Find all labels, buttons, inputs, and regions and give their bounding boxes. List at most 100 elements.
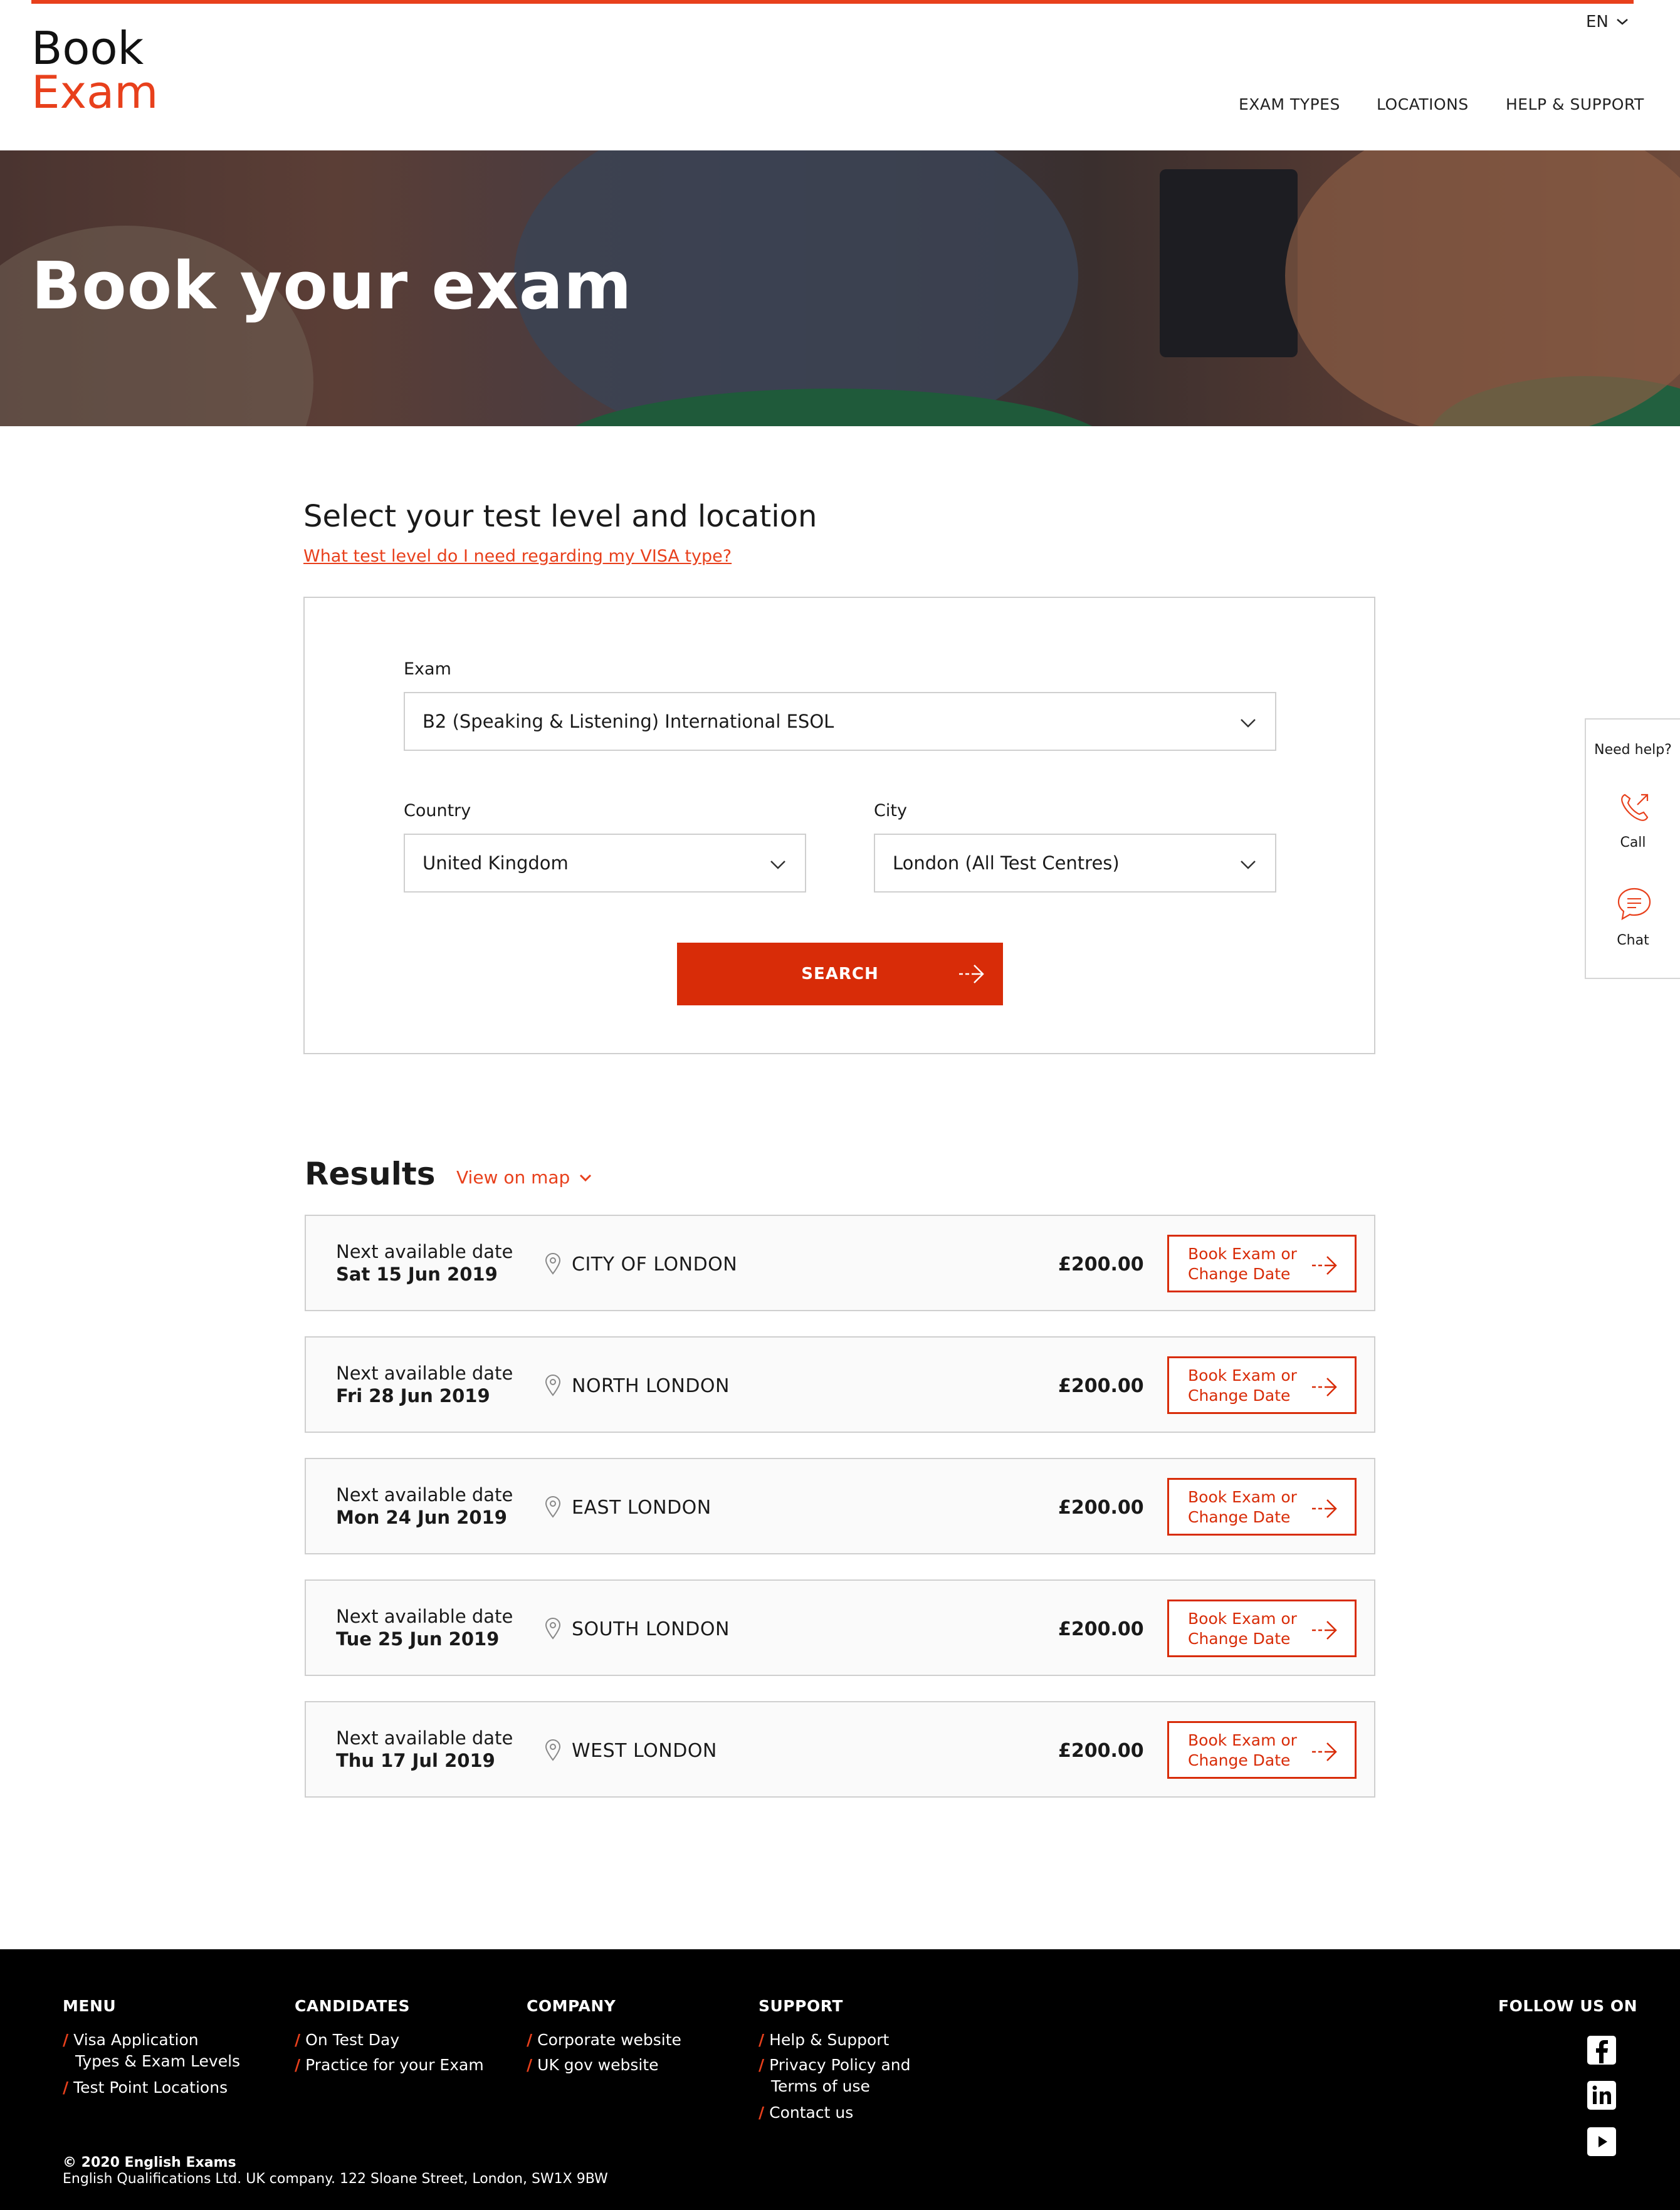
next-date-value: Tue 25 Jun 2019	[336, 1628, 500, 1650]
linkedin-icon[interactable]	[1587, 2081, 1616, 2110]
arrow-right-icon	[1312, 1499, 1337, 1518]
arrow-right-icon	[1312, 1378, 1337, 1396]
result-row: Next available date Thu 17 Jul 2019 WEST…	[305, 1701, 1375, 1798]
exam-select-value: B2 (Speaking & Listening) International …	[423, 711, 834, 732]
chevron-down-icon	[1241, 861, 1256, 869]
footer-link-label: On Test Day	[305, 2031, 400, 2049]
footer-link-visa-types[interactable]: / Visa Application Types & Exam Levels	[63, 2029, 240, 2072]
page-title: Book your exam	[31, 248, 633, 324]
logo-line-exam: Exam	[31, 66, 159, 118]
footer-link-help[interactable]: / Help & Support	[759, 2029, 889, 2051]
exam-price: £200.00	[1058, 1254, 1144, 1275]
call-label: Call	[1620, 835, 1646, 851]
exam-price: £200.00	[1058, 1618, 1144, 1640]
facebook-icon[interactable]	[1587, 2036, 1616, 2065]
footer-support-heading: SUPPORT	[759, 1997, 843, 2015]
footer-candidates-heading: CANDIDATES	[295, 1997, 410, 2015]
chevron-down-icon	[1241, 719, 1256, 728]
company-address: English Qualifications Ltd. UK company. …	[63, 2171, 608, 2187]
city-select[interactable]: London (All Test Centres)	[874, 834, 1276, 893]
next-date-value: Sat 15 Jun 2019	[336, 1264, 498, 1285]
book-exam-button[interactable]: Book Exam or Change Date	[1167, 1600, 1357, 1657]
footer-link-test-day[interactable]: / On Test Day	[295, 2029, 399, 2051]
footer-link-label: Types & Exam Levels	[75, 2052, 241, 2070]
slash-bullet: /	[527, 2031, 533, 2049]
location-name: NORTH LONDON	[572, 1375, 730, 1397]
slash-bullet: /	[295, 2031, 301, 2049]
book-exam-button[interactable]: Book Exam or Change Date	[1167, 1235, 1357, 1292]
exam-select[interactable]: B2 (Speaking & Listening) International …	[404, 692, 1276, 751]
next-date-label: Next available date	[336, 1606, 513, 1627]
phone-icon	[1621, 793, 1649, 821]
book-exam-button[interactable]: Book Exam or Change Date	[1167, 1478, 1357, 1536]
location-name: CITY OF LONDON	[572, 1254, 738, 1275]
location-name: EAST LONDON	[572, 1497, 711, 1519]
form-section-title: Select your test level and location	[303, 499, 817, 534]
result-row: Next available date Sat 15 Jun 2019 CITY…	[305, 1215, 1375, 1311]
next-date-label: Next available date	[336, 1727, 513, 1749]
hero-photo-shape	[1285, 150, 1680, 426]
result-row: Next available date Fri 28 Jun 2019 NORT…	[305, 1336, 1375, 1433]
nav-help-support[interactable]: HELP & SUPPORT	[1506, 95, 1644, 113]
city-label: City	[874, 801, 907, 820]
footer-link-test-locations[interactable]: / Test Point Locations	[63, 2077, 228, 2098]
slash-bullet: /	[759, 2056, 765, 2074]
logo[interactable]: Book Exam	[31, 26, 159, 118]
footer-link-practice[interactable]: / Practice for your Exam	[295, 2055, 484, 2076]
view-on-map-link[interactable]: View on map	[456, 1167, 592, 1188]
next-date-label: Next available date	[336, 1241, 513, 1262]
footer-link-label: Test Point Locations	[73, 2078, 228, 2097]
chat-label: Chat	[1617, 933, 1649, 948]
search-button[interactable]: SEARCH	[677, 943, 1003, 1005]
slash-bullet: /	[759, 2103, 765, 2122]
youtube-icon[interactable]	[1587, 2127, 1616, 2156]
help-widget-title: Need help?	[1594, 742, 1672, 758]
nav-exam-types[interactable]: EXAM TYPES	[1239, 95, 1340, 113]
footer-menu-heading: MENU	[63, 1997, 117, 2015]
next-date-value: Thu 17 Jul 2019	[336, 1750, 495, 1771]
chevron-down-icon	[770, 861, 785, 869]
call-button[interactable]: Call	[1586, 788, 1680, 864]
location-name: WEST LONDON	[572, 1740, 717, 1762]
book-exam-button[interactable]: Book Exam or Change Date	[1167, 1356, 1357, 1414]
arrow-right-icon	[959, 965, 984, 983]
footer-link-privacy[interactable]: / Privacy Policy and Terms of use	[759, 2055, 911, 2097]
chevron-down-icon	[580, 1174, 592, 1181]
country-select[interactable]: United Kingdom	[404, 834, 806, 893]
footer-link-contact[interactable]: / Contact us	[759, 2102, 853, 2124]
top-accent-line	[31, 0, 1634, 4]
chat-bubble-icon	[1617, 888, 1651, 921]
footer: MENU / Visa Application Types & Exam Leve…	[0, 1949, 1680, 2210]
footer-link-label: Help & Support	[769, 2031, 890, 2049]
footer-link-ukgov[interactable]: / UK gov website	[527, 2055, 659, 2076]
footer-link-corporate[interactable]: / Corporate website	[527, 2029, 681, 2051]
footer-link-label: Practice for your Exam	[305, 2056, 484, 2074]
language-label: EN	[1586, 13, 1609, 31]
slash-bullet: /	[63, 2078, 69, 2097]
footer-link-label: Terms of use	[771, 2077, 870, 2095]
next-date-value: Fri 28 Jun 2019	[336, 1385, 490, 1406]
slash-bullet: /	[295, 2056, 301, 2074]
footer-company-heading: COMPANY	[527, 1997, 616, 2015]
arrow-right-icon	[1312, 1256, 1337, 1275]
book-exam-button[interactable]: Book Exam or Change Date	[1167, 1721, 1357, 1779]
chevron-down-icon	[1617, 19, 1628, 25]
footer-link-label: Contact us	[769, 2103, 854, 2122]
visa-help-link[interactable]: What test level do I need regarding my V…	[303, 547, 732, 566]
nav-locations[interactable]: LOCATIONS	[1377, 95, 1469, 113]
results-title: Results	[305, 1156, 436, 1192]
location-pin-icon	[545, 1618, 561, 1640]
location-pin-icon	[545, 1496, 561, 1518]
arrow-right-icon	[1312, 1742, 1337, 1761]
language-selector[interactable]: EN	[1586, 13, 1629, 31]
chat-button[interactable]: Chat	[1586, 885, 1680, 960]
location-pin-icon	[545, 1739, 561, 1761]
slash-bullet: /	[759, 2031, 765, 2049]
exam-price: £200.00	[1058, 1497, 1144, 1519]
search-button-label: SEARCH	[801, 965, 879, 983]
exam-label: Exam	[404, 659, 451, 679]
slash-bullet: /	[63, 2031, 69, 2049]
exam-price: £200.00	[1058, 1740, 1144, 1762]
hero-photo-shape	[1160, 169, 1298, 357]
footer-link-label: Corporate website	[537, 2031, 681, 2049]
